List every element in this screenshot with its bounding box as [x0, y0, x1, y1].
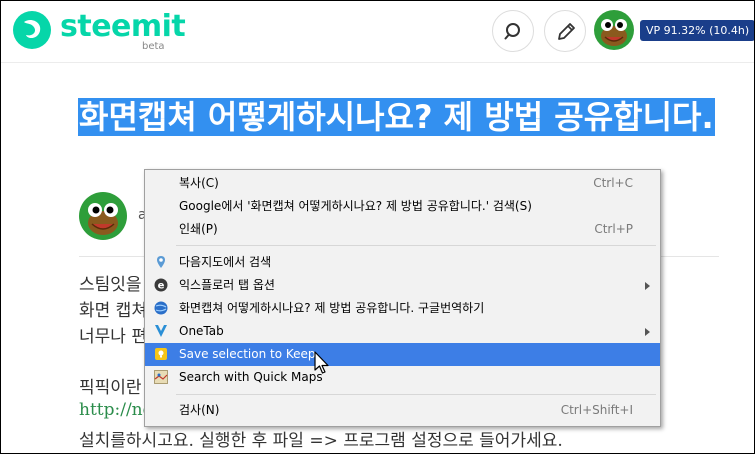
menu-item-copy[interactable]: 복사(C) Ctrl+C: [145, 172, 660, 195]
post-title: 화면캡쳐 어떻게하시나요? 제 방법 공유합니다.: [78, 94, 728, 141]
voting-power-badge[interactable]: VP 91.32% (10.4h): [640, 20, 755, 41]
keep-icon: [155, 348, 167, 360]
globe-translate-icon: [154, 301, 168, 315]
menu-item-label: 익스플로러 탭 옵션: [179, 278, 275, 292]
menu-item-quick-maps[interactable]: Search with Quick Maps: [145, 366, 660, 389]
search-icon: [504, 23, 520, 40]
write-post-button[interactable]: [544, 10, 586, 52]
quick-maps-icon: [154, 370, 168, 384]
menu-item-label: Google에서 '화면캡쳐 어떻게하시나요? 제 방법 공유합니다.' 검색(…: [179, 199, 532, 213]
menu-item-print[interactable]: 인쇄(P) Ctrl+P: [145, 218, 660, 241]
menu-item-shortcut: Ctrl+Shift+I: [560, 403, 633, 417]
map-pin-icon: [157, 256, 165, 268]
body-line: 스팀잇을: [79, 275, 142, 295]
menu-item-onetab[interactable]: OneTab: [145, 320, 660, 343]
top-header: steemit beta VP 91.32% (10.4h): [1, 1, 755, 63]
user-avatar[interactable]: [594, 10, 634, 50]
body-line: 설치를하시고요. 실행한 후 파일 => 프로그램 설정으로 들어가세요.: [79, 431, 563, 451]
menu-item-label: 검사(N): [179, 403, 220, 417]
body-line: 픽픽이란: [79, 378, 142, 398]
ie-tab-icon: e: [154, 278, 168, 292]
menu-item-label: 복사(C): [179, 176, 219, 190]
mouse-cursor-icon: [314, 351, 329, 374]
steemit-logo-icon[interactable]: [11, 9, 53, 51]
submenu-arrow-icon: [645, 282, 650, 290]
post-title-text: 화면캡쳐 어떻게하시나요? 제 방법 공유합니다.: [78, 98, 715, 136]
menu-item-label: OneTab: [179, 324, 224, 338]
search-button[interactable]: [492, 10, 534, 52]
body-line: 화면 캡쳐: [79, 301, 147, 321]
menu-item-label: 인쇄(P): [179, 222, 218, 236]
menu-item-label: 화면캡쳐 어떻게하시나요? 제 방법 공유합니다. 구글번역하기: [179, 301, 485, 315]
menu-item-label: 다음지도에서 검색: [179, 255, 272, 269]
menu-item-label: Save selection to Keep: [179, 347, 316, 361]
menu-item-inspect[interactable]: 검사(N) Ctrl+Shift+I: [145, 399, 660, 422]
author-avatar[interactable]: [79, 192, 127, 240]
pencil-icon: [558, 23, 575, 40]
menu-item-daum-map[interactable]: 다음지도에서 검색: [145, 251, 660, 274]
beta-label: beta: [142, 41, 165, 52]
steemit-wordmark[interactable]: steemit: [60, 9, 186, 44]
menu-item-shortcut: Ctrl+C: [593, 176, 633, 190]
body-link[interactable]: http://ng: [79, 400, 154, 420]
menu-item-google-search[interactable]: Google에서 '화면캡쳐 어떻게하시나요? 제 방법 공유합니다.' 검색(…: [145, 195, 660, 218]
onetab-icon: [155, 325, 167, 337]
menu-item-ie-tab[interactable]: e 익스플로러 탭 옵션: [145, 274, 660, 297]
context-menu: 복사(C) Ctrl+C Google에서 '화면캡쳐 어떻게하시나요? 제 방…: [144, 169, 661, 427]
menu-item-google-translate[interactable]: 화면캡쳐 어떻게하시나요? 제 방법 공유합니다. 구글번역하기: [145, 297, 660, 320]
body-line: 너무나 편: [79, 327, 147, 347]
submenu-arrow-icon: [645, 328, 650, 336]
menu-separator: [176, 245, 656, 246]
menu-separator: [176, 394, 656, 395]
menu-item-save-to-keep[interactable]: Save selection to Keep: [145, 343, 660, 366]
menu-item-shortcut: Ctrl+P: [594, 222, 633, 236]
menu-item-label: Search with Quick Maps: [179, 370, 323, 384]
svg-text:e: e: [158, 281, 165, 292]
